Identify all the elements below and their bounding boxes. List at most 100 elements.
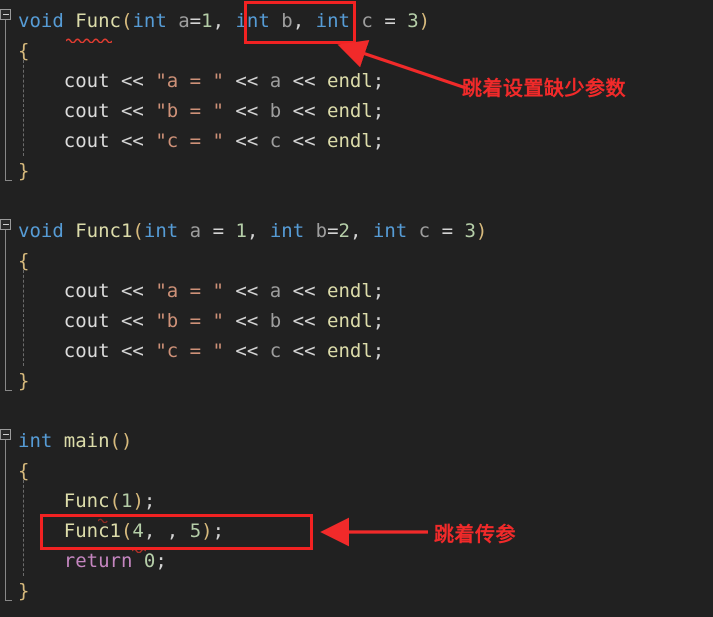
code-line-12[interactable]: cout << "c = " << c << endl;	[0, 336, 384, 366]
token-stream-cout: cout	[63, 340, 110, 362]
token-paren-close: )	[475, 220, 488, 242]
token-comma: ,	[349, 220, 362, 242]
token-semicolon: ;	[372, 130, 385, 152]
token-number-1: 1	[235, 220, 247, 242]
code-line-19[interactable]: return 0;	[0, 546, 167, 576]
token-operator-shift: <<	[235, 100, 259, 122]
token-operator-shift: <<	[292, 130, 316, 152]
token-stream-cout: cout	[63, 280, 110, 302]
token-brace-open: {	[18, 250, 30, 272]
token-operator-shift: <<	[120, 100, 144, 122]
token-string-a: "a = "	[155, 70, 224, 92]
red-squiggly-icon	[97, 518, 108, 524]
code-line-9[interactable]: {	[0, 246, 29, 276]
token-semicolon: ;	[155, 550, 167, 572]
token-semicolon: ;	[143, 490, 156, 512]
token-operator-eq: =	[327, 220, 339, 242]
token-var-a: a	[269, 70, 282, 92]
code-line-5[interactable]: cout << "c = " << c << endl;	[0, 126, 384, 156]
token-endl: endl	[327, 310, 373, 332]
token-semicolon: ;	[372, 70, 385, 92]
token-operator-shift: <<	[235, 130, 259, 152]
code-line-1[interactable]: void Func(int a=1, int b, int c = 3)	[0, 6, 430, 36]
token-keyword-int: int	[132, 10, 167, 32]
token-number-2: 2	[338, 220, 350, 242]
token-var-b: b	[269, 100, 282, 122]
token-param-a: a	[189, 220, 202, 242]
token-operator-shift: <<	[120, 130, 144, 152]
token-function-func1: Func1	[75, 220, 133, 242]
token-brace-close: }	[18, 580, 30, 602]
token-brace-open: {	[18, 40, 30, 62]
token-number-1: 1	[201, 10, 213, 32]
code-line-15[interactable]: int main()	[0, 426, 132, 456]
code-line-13[interactable]: }	[0, 366, 29, 396]
token-operator-shift: <<	[292, 100, 316, 122]
token-operator-shift: <<	[235, 280, 259, 302]
token-operator-shift: <<	[120, 340, 144, 362]
token-string-c: "c = "	[155, 340, 224, 362]
token-endl: endl	[327, 100, 373, 122]
code-line-10[interactable]: cout << "a = " << a << endl;	[0, 276, 384, 306]
token-stream-cout: cout	[63, 310, 110, 332]
token-brace-close: }	[18, 160, 30, 182]
token-number-1: 1	[120, 490, 133, 512]
token-param-b: b	[281, 10, 293, 32]
code-editor-screenshot: void Func(int a=1, int b, int c = 3) { c…	[0, 0, 713, 617]
token-param-c: c	[361, 10, 373, 32]
token-function-main: main	[63, 430, 110, 452]
token-operator-shift: <<	[235, 70, 259, 92]
token-keyword-return: return	[63, 550, 133, 572]
token-call-func1: Func1	[63, 520, 121, 542]
error-squiggle-func	[65, 28, 113, 47]
token-keyword-int: int	[269, 220, 305, 242]
token-operator-shift: <<	[292, 70, 316, 92]
token-stream-cout: cout	[63, 130, 110, 152]
token-number-3: 3	[407, 10, 419, 32]
token-number-3: 3	[464, 220, 476, 242]
token-operator-shift: <<	[120, 280, 144, 302]
code-line-2[interactable]: {	[0, 36, 29, 66]
token-paren-open: (	[120, 10, 133, 32]
code-line-8[interactable]: void Func1(int a = 1, int b=2, int c = 3…	[0, 216, 487, 246]
token-brace-open: {	[18, 460, 30, 482]
code-line-18[interactable]: Func1(4, , 5);	[0, 516, 224, 546]
code-line-16[interactable]: {	[0, 456, 29, 486]
token-endl: endl	[327, 280, 373, 302]
token-semicolon: ;	[212, 520, 225, 542]
token-operator-eq: =	[212, 220, 225, 242]
token-string-a: "a = "	[155, 280, 224, 302]
code-line-6[interactable]: }	[0, 156, 29, 186]
token-paren-open: (	[132, 220, 144, 242]
token-operator-eq: =	[189, 10, 202, 32]
token-var-c: c	[269, 130, 282, 152]
token-keyword-void: void	[18, 220, 64, 242]
token-keyword-int: int	[143, 220, 179, 242]
code-line-11[interactable]: cout << "b = " << b << endl;	[0, 306, 384, 336]
token-keyword-void: void	[18, 10, 64, 32]
token-brace-close: }	[18, 370, 30, 392]
annotation-label-skip-argument: 跳着传参	[434, 522, 516, 546]
token-param-a: a	[178, 10, 190, 32]
error-squiggle-func-call	[97, 508, 109, 527]
token-paren-close: )	[418, 10, 431, 32]
token-operator-shift: <<	[120, 70, 144, 92]
token-keyword-int: int	[315, 10, 350, 32]
token-operator-shift: <<	[235, 310, 259, 332]
token-endl: endl	[327, 130, 373, 152]
code-line-17[interactable]: Func(1);	[0, 486, 156, 516]
token-semicolon: ;	[372, 310, 385, 332]
token-operator-shift: <<	[292, 340, 316, 362]
code-line-20[interactable]: }	[0, 576, 29, 606]
code-line-3[interactable]: cout << "a = " << a << endl;	[0, 66, 384, 96]
token-string-b: "b = "	[155, 100, 224, 122]
token-comma: ,	[212, 10, 225, 32]
token-paren-open: (	[120, 520, 133, 542]
token-comma: ,	[246, 220, 259, 242]
token-operator-shift: <<	[235, 340, 259, 362]
token-param-c: c	[418, 220, 431, 242]
red-squiggly-icon	[65, 38, 113, 44]
token-number-0: 0	[143, 550, 156, 572]
token-paren-close: )	[201, 520, 213, 542]
code-line-4[interactable]: cout << "b = " << b << endl;	[0, 96, 384, 126]
